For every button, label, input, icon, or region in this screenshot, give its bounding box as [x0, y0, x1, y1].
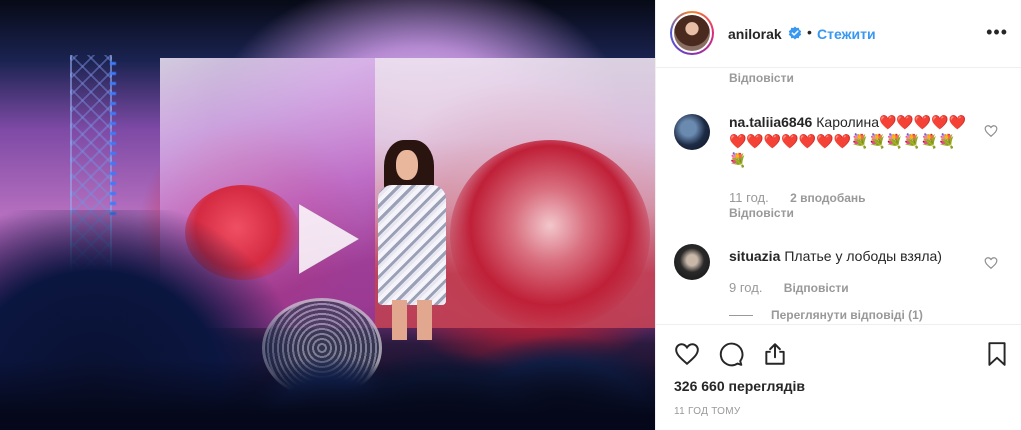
more-options-icon[interactable]: ••• — [986, 22, 1008, 43]
post-username[interactable]: anilorak — [728, 26, 782, 42]
separator-dot: • — [807, 24, 812, 40]
follow-button[interactable]: Стежити — [817, 26, 876, 42]
commenter-avatar[interactable] — [674, 244, 710, 280]
comments-list[interactable]: Відповісти na.taliia6846 Каролина❤️❤️❤️❤️… — [656, 68, 1021, 324]
comment-likes[interactable]: 2 вподобань — [790, 191, 865, 205]
play-icon — [298, 203, 360, 275]
play-button[interactable] — [293, 200, 363, 278]
avatar[interactable] — [670, 11, 714, 55]
comment-meta: 9 год. Відповісти — [729, 280, 849, 295]
commenter-avatar[interactable] — [674, 114, 710, 150]
comment-like-heart-icon[interactable] — [984, 256, 998, 270]
post-panel: anilorak • Стежити ••• Відповісти na.tal… — [655, 0, 1021, 430]
bookmark-icon[interactable] — [984, 341, 1010, 367]
view-count[interactable]: 326 660 переглядів — [674, 378, 805, 394]
share-icon[interactable] — [762, 341, 788, 367]
post-timestamp: 11 ГОД ТОМУ — [674, 406, 741, 417]
reply-button[interactable]: Відповісти — [729, 206, 794, 220]
video-player[interactable] — [0, 0, 655, 430]
replies-divider — [729, 314, 753, 316]
comment-text: na.taliia6846 Каролина❤️❤️❤️❤️❤️❤️❤️❤️❤️❤… — [729, 113, 969, 170]
post-actions: 326 660 переглядів 11 ГОД ТОМУ — [656, 324, 1021, 430]
verified-badge-icon — [788, 26, 802, 40]
view-replies-button[interactable]: Переглянути відповіді (1) — [729, 308, 923, 322]
comment-time: 9 год. — [729, 280, 763, 295]
comment-icon[interactable] — [718, 341, 744, 367]
reply-button[interactable]: Відповісти — [784, 281, 849, 295]
comment-username[interactable]: situazia — [729, 248, 780, 264]
reply-button[interactable]: Відповісти — [729, 71, 794, 85]
comment-text: situazia Платье у лободы взяла) — [729, 247, 969, 266]
post-header: anilorak • Стежити ••• — [656, 0, 1021, 68]
comment-like-heart-icon[interactable] — [984, 124, 998, 138]
comment-body: Платье у лободы взяла) — [784, 248, 942, 264]
stage-lights — [110, 62, 116, 222]
like-heart-icon[interactable] — [674, 341, 700, 367]
comment-username[interactable]: na.taliia6846 — [729, 114, 812, 130]
view-replies-label: Переглянути відповіді (1) — [771, 308, 923, 322]
comment-meta: 11 год. 2 вподобань — [729, 190, 866, 205]
comment-time: 11 год. — [729, 190, 769, 205]
